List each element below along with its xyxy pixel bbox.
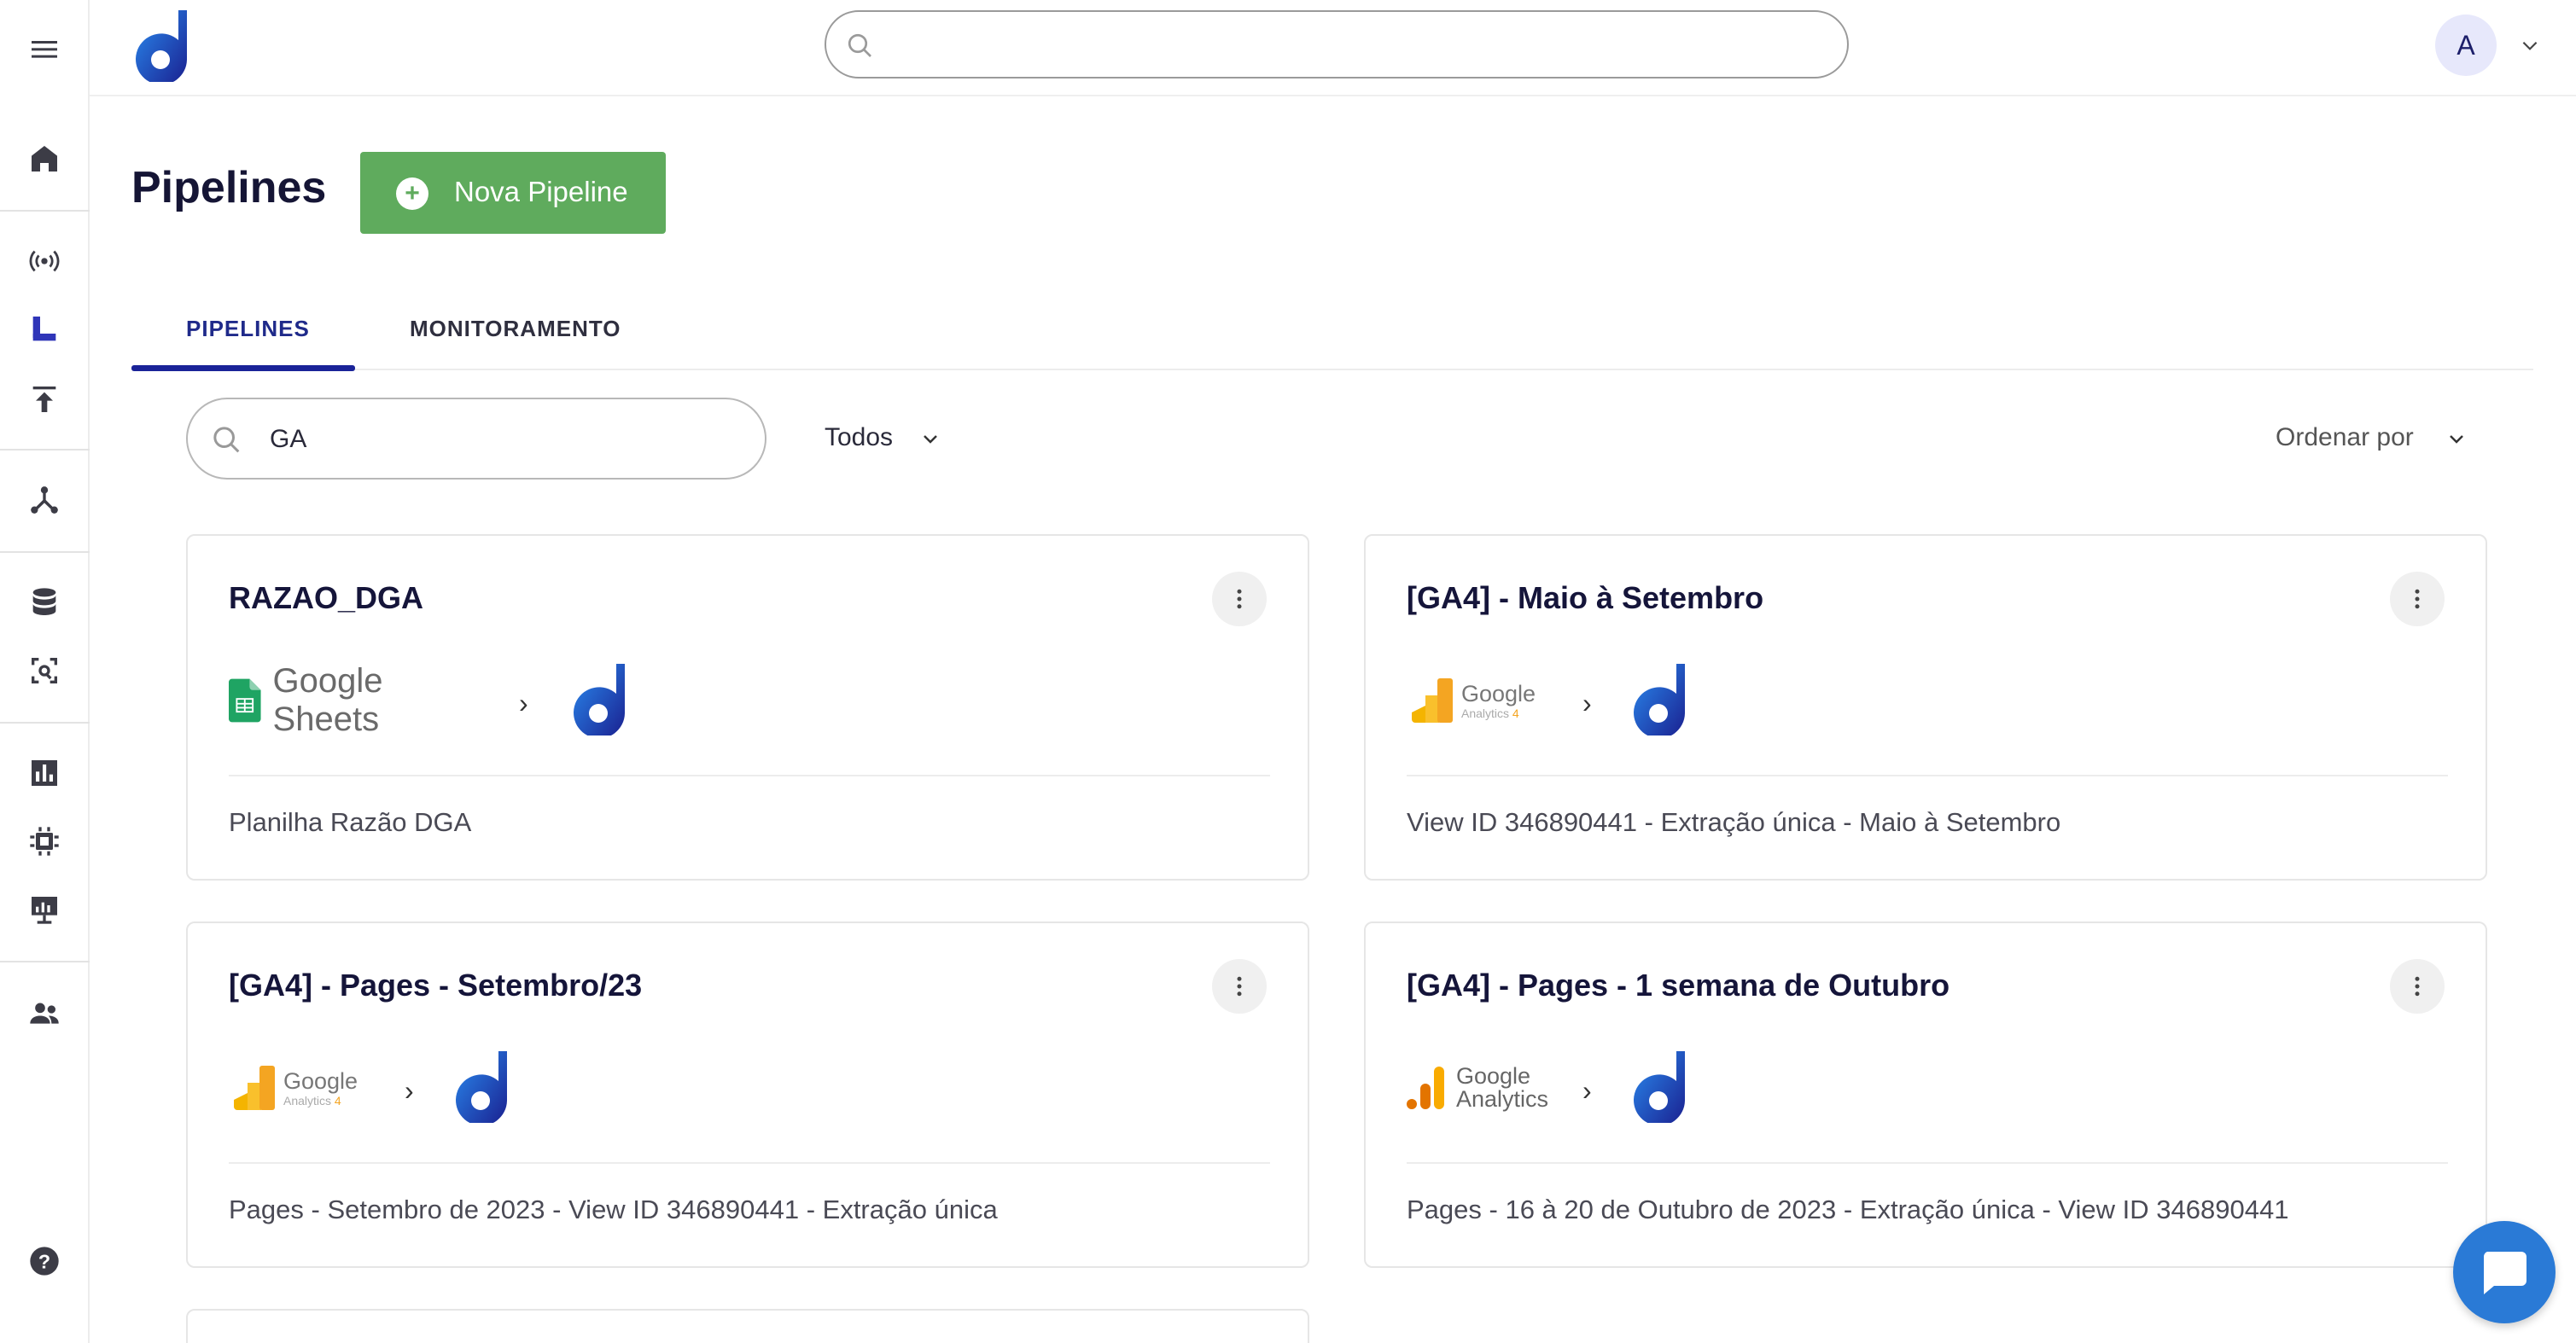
pipeline-title: [GA4] - Maio à Setembro (1407, 580, 1764, 615)
bar-chart-icon[interactable] (24, 753, 65, 794)
scan-search-icon[interactable] (24, 650, 65, 691)
tab-pipelines[interactable]: PIPELINES (186, 316, 310, 342)
new-pipeline-button[interactable]: + Nova Pipeline (360, 152, 666, 234)
pipeline-card[interactable]: [GA4] - Pages - 1 semana de Outubro Goog… (1364, 921, 2487, 1268)
presentation-icon[interactable] (24, 889, 65, 930)
pipeline-title: RAZAO_DGA (229, 580, 424, 615)
top-bar: A (90, 0, 2576, 96)
pipelines-icon[interactable] (24, 309, 65, 350)
network-icon[interactable] (24, 480, 65, 520)
tabs-divider (131, 369, 2533, 370)
chevron-down-icon[interactable] (2519, 34, 2541, 56)
ga-text-4: 4 (1512, 706, 1519, 720)
google-sheets-icon (229, 678, 261, 723)
card-divider (229, 775, 1270, 776)
sidebar: ? (0, 0, 90, 1343)
pipeline-card[interactable]: [GA4] - Pages - Setembro/23 Google Analyt… (186, 921, 1309, 1268)
chevron-down-icon (924, 435, 937, 444)
google-sheets-text-b: Sheets (272, 701, 380, 738)
google-analytics-icon (1407, 1067, 1444, 1109)
global-search-input[interactable] (825, 10, 1849, 78)
ga-text-a: Google (1456, 1063, 1531, 1089)
chevron-down-icon (2450, 435, 2463, 444)
avatar[interactable]: A (2435, 15, 2497, 76)
upload-icon[interactable] (24, 379, 65, 420)
google-analytics-icon (234, 1066, 275, 1110)
search-value: GA (270, 425, 307, 453)
arrow-right-icon: › (1582, 688, 1592, 718)
ga-text-b: Analytics (283, 1093, 332, 1108)
arrow-right-icon: › (405, 1075, 414, 1106)
order-by-label: Ordenar por (2276, 423, 2414, 451)
pipeline-description: Planilha Razão DGA (229, 807, 472, 837)
new-pipeline-label: Nova Pipeline (454, 176, 628, 207)
pipeline-title: [GA4] - Pages - Setembro/23 (229, 968, 643, 1003)
pipeline-card[interactable]: RAZAO_DGA Google Sheets › Planilha Razão… (186, 534, 1309, 881)
pipeline-description: View ID 346890441 - Extração única - Mai… (1407, 807, 2061, 837)
more-options-icon[interactable] (2390, 572, 2445, 626)
google-analytics-4-logo: Google Analytics 4 (1412, 662, 1565, 739)
tab-monitoramento[interactable]: MONITORAMENTO (410, 316, 621, 342)
dadosfera-logo-icon[interactable] (132, 9, 189, 82)
chip-icon[interactable] (24, 821, 65, 862)
more-options-icon[interactable] (2390, 959, 2445, 1014)
card-divider (229, 1162, 1270, 1164)
broadcast-icon[interactable] (24, 241, 65, 282)
ga-text-a: Google (283, 1067, 358, 1094)
google-analytics-logo: Google Analytics (1407, 1049, 1569, 1126)
home-icon[interactable] (24, 138, 65, 179)
dadosfera-destination-icon (456, 1051, 507, 1123)
google-sheets-text-a: Google (272, 662, 383, 700)
active-tab-indicator (131, 365, 355, 371)
card-divider (1407, 1162, 2448, 1164)
ga-text-4: 4 (334, 1093, 341, 1108)
google-sheets-logo: Google Sheets (229, 662, 485, 739)
type-filter-label: Todos (825, 423, 894, 451)
ga-text-b: Analytics (1456, 1086, 1549, 1112)
menu-icon[interactable] (24, 29, 65, 70)
more-options-icon[interactable] (1212, 959, 1267, 1014)
arrow-right-icon: › (1582, 1075, 1592, 1106)
dadosfera-destination-icon (1634, 1051, 1685, 1123)
plus-icon: + (396, 177, 428, 210)
search-icon (848, 33, 871, 57)
ga-text-b: Analytics (1461, 706, 1510, 720)
page-title: Pipelines (131, 163, 327, 212)
order-by-select[interactable]: Ordenar por (2276, 423, 2463, 452)
dadosfera-destination-icon (574, 664, 625, 735)
pipeline-description: Pages - 16 à 20 de Outubro de 2023 - Ext… (1407, 1195, 2289, 1224)
pipeline-search-input[interactable]: GA (186, 398, 766, 480)
pipeline-title: [GA4] - Pages - 1 semana de Outubro (1407, 968, 1950, 1003)
dadosfera-destination-icon (1634, 664, 1685, 735)
svg-text:?: ? (38, 1250, 50, 1272)
more-options-icon[interactable] (1212, 572, 1267, 626)
pipeline-description: Pages - Setembro de 2023 - View ID 34689… (229, 1195, 998, 1224)
help-icon[interactable]: ? (24, 1241, 65, 1282)
ga-text-a: Google (1461, 680, 1536, 706)
google-analytics-icon (1412, 678, 1453, 723)
chat-icon (2483, 1252, 2526, 1294)
arrow-right-icon: › (519, 688, 528, 718)
search-icon (213, 427, 240, 453)
chat-button[interactable] (2453, 1221, 2556, 1323)
google-analytics-4-logo: Google Analytics 4 (234, 1049, 388, 1126)
pipeline-card[interactable]: [GA4] - Maio à Setembro Google Analytics … (1364, 534, 2487, 881)
database-icon[interactable] (24, 582, 65, 623)
type-filter-select[interactable]: Todos (825, 423, 937, 452)
card-divider (1407, 775, 2448, 776)
users-icon[interactable] (24, 993, 65, 1034)
pipeline-card[interactable] (186, 1309, 1309, 1343)
